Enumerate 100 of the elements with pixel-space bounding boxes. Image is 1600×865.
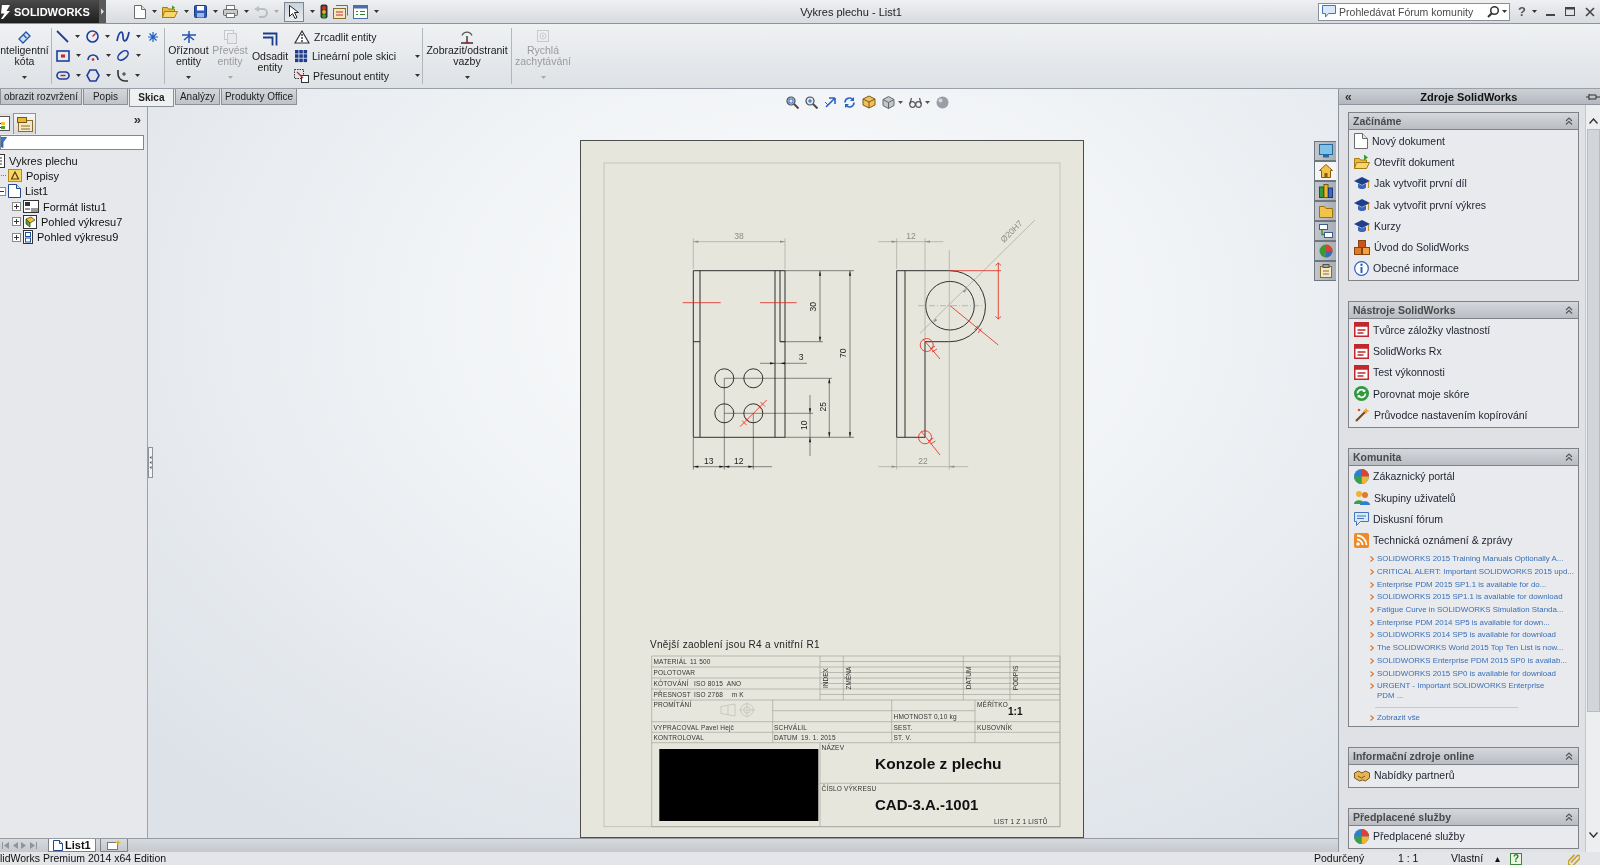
- chevron-up-icon[interactable]: [1588, 118, 1598, 124]
- units-menu-button[interactable]: ▴: [1495, 852, 1510, 865]
- tree-item[interactable]: List1: [8, 184, 49, 199]
- circle-icon[interactable]: [86, 30, 99, 44]
- search-icon[interactable]: [1487, 5, 1500, 18]
- task-pane-tab[interactable]: [1314, 221, 1336, 241]
- resource-link[interactable]: Průvodce nastavením kopírování: [1354, 407, 1528, 423]
- resource-link[interactable]: Otevřít dokument: [1354, 154, 1455, 170]
- expand-icon[interactable]: [12, 232, 21, 242]
- command-tab[interactable]: Popis: [82, 89, 128, 105]
- resource-link[interactable]: Nabídky partnerů: [1354, 768, 1455, 782]
- tree-item[interactable]: Pohled výkresu7: [23, 214, 123, 229]
- close-icon[interactable]: [1585, 6, 1595, 17]
- sheet-tab[interactable]: List1: [48, 839, 96, 852]
- ribbon-button[interactable]: Zobrazit/odstranit vazby: [425, 24, 509, 88]
- section-header[interactable]: Začínáme: [1349, 113, 1578, 130]
- help-button[interactable]: ?: [1518, 4, 1526, 19]
- zoom-area-icon[interactable]: [805, 95, 818, 109]
- caret-down-icon[interactable]: [76, 54, 81, 58]
- view-arrow-icon[interactable]: [824, 95, 837, 109]
- collapse-icon[interactable]: [0, 186, 6, 196]
- resource-link[interactable]: Test výkonnosti: [1354, 364, 1445, 380]
- command-tab[interactable]: Analýzy: [174, 89, 220, 105]
- caret-down-icon[interactable]: [310, 10, 315, 13]
- scrollbar-thumb[interactable]: [1586, 129, 1600, 712]
- search-field[interactable]: Prohledávat Fórum komunity: [1318, 2, 1511, 21]
- resource-link[interactable]: Kurzy: [1354, 218, 1401, 233]
- tree-item[interactable]: Pohled výkresu9: [23, 230, 119, 245]
- task-pane-tab[interactable]: [1314, 241, 1336, 261]
- ribbon-button[interactable]: Přesunout entity: [294, 66, 420, 86]
- ribbon-button[interactable]: Zrcadlit entity: [294, 27, 420, 47]
- rotate-icon[interactable]: [843, 95, 856, 109]
- pressed-tool-button[interactable]: [284, 1, 304, 22]
- zoom-icon[interactable]: [786, 95, 799, 109]
- caret-down-icon[interactable]: [136, 35, 141, 39]
- command-tab[interactable]: obrazit rozvržení: [0, 89, 82, 105]
- resource-link[interactable]: Zákaznický portál: [1354, 468, 1455, 484]
- caret-down-icon[interactable]: [105, 35, 110, 39]
- caret-down-icon[interactable]: [106, 54, 111, 58]
- point-icon[interactable]: [148, 31, 158, 42]
- pin-icon[interactable]: [1586, 92, 1600, 101]
- caret-down-icon[interactable]: [1502, 10, 1508, 13]
- command-tab[interactable]: Produkty Office: [220, 89, 298, 105]
- tree-item[interactable]: Formát listu1: [23, 200, 107, 214]
- caret-down-icon[interactable]: [76, 73, 81, 77]
- rectangle-icon[interactable]: [56, 49, 70, 62]
- collapse-handle[interactable]: [148, 447, 153, 478]
- line-icon[interactable]: [56, 30, 69, 44]
- collapse-pane-button[interactable]: «: [1345, 89, 1352, 104]
- resource-link[interactable]: Nový dokument: [1354, 132, 1445, 149]
- resource-link[interactable]: Úvod do SolidWorks: [1354, 239, 1469, 255]
- checklist-icon[interactable]: [353, 4, 368, 19]
- scrollbar[interactable]: [1585, 105, 1600, 852]
- add-sheet-tab[interactable]: [99, 839, 128, 852]
- task-pane-tab[interactable]: [1314, 201, 1336, 221]
- spline-icon[interactable]: [116, 30, 130, 44]
- section-header[interactable]: Nástroje SolidWorks: [1349, 302, 1578, 320]
- caret-down-icon[interactable]: [374, 10, 379, 13]
- slot-icon[interactable]: [56, 70, 70, 80]
- ribbon-button[interactable]: nteligentní kóta: [0, 24, 49, 88]
- ribbon-button[interactable]: Odsadit entity: [250, 24, 290, 88]
- resource-link[interactable]: Obecné informace: [1354, 260, 1459, 276]
- section-header[interactable]: Informační zdroje online: [1349, 747, 1578, 765]
- expand-panel-button[interactable]: »: [133, 111, 141, 127]
- new-document-icon[interactable]: [134, 4, 146, 19]
- resource-link[interactable]: Porovnat moje skóre: [1354, 386, 1470, 402]
- glasses-icon[interactable]: [909, 96, 922, 108]
- command-tab[interactable]: Skica: [128, 89, 174, 107]
- caret-down-icon[interactable]: [106, 73, 111, 77]
- caret-down-icon[interactable]: [925, 100, 930, 104]
- caret-down-icon[interactable]: [1532, 10, 1537, 13]
- caret-down-icon[interactable]: [184, 10, 189, 13]
- chevron-down-icon[interactable]: [1588, 832, 1598, 838]
- task-pane-tab[interactable]: [1314, 261, 1336, 281]
- filter-field[interactable]: [0, 135, 144, 150]
- maximize-icon[interactable]: [1565, 7, 1575, 16]
- open-folder-icon[interactable]: [162, 5, 178, 18]
- caret-down-icon[interactable]: [898, 100, 903, 104]
- caret-down-icon[interactable]: [244, 10, 249, 13]
- document-list-icon[interactable]: [333, 4, 348, 19]
- expand-icon[interactable]: [12, 217, 21, 227]
- expand-icon[interactable]: [12, 202, 21, 212]
- tree-item[interactable]: Popisy: [8, 169, 60, 183]
- resource-link[interactable]: Technická oznámení & zprávy: [1354, 532, 1513, 548]
- resource-link[interactable]: Jak vytvořit první výkres: [1354, 197, 1487, 212]
- resource-link[interactable]: SolidWorks Rx: [1354, 343, 1442, 359]
- app-menu-button[interactable]: SOLIDWORKS: [0, 0, 99, 23]
- tree-item[interactable]: Vykres plechu: [0, 153, 78, 168]
- traffic-light-icon[interactable]: [320, 4, 328, 19]
- caret-down-icon[interactable]: [136, 54, 141, 58]
- task-pane-tab[interactable]: [1314, 161, 1336, 181]
- caret-down-icon[interactable]: [135, 73, 140, 77]
- shaded-cube-icon[interactable]: [882, 95, 895, 109]
- polygon-icon[interactable]: [86, 68, 100, 82]
- fillet-icon[interactable]: [116, 68, 129, 82]
- panel-tab[interactable]: [13, 113, 36, 134]
- resource-link[interactable]: Skupiny uživatelů: [1354, 490, 1456, 505]
- cube-icon[interactable]: [862, 95, 876, 109]
- section-header[interactable]: Komunita: [1349, 448, 1578, 466]
- task-pane-tab[interactable]: [1314, 141, 1336, 161]
